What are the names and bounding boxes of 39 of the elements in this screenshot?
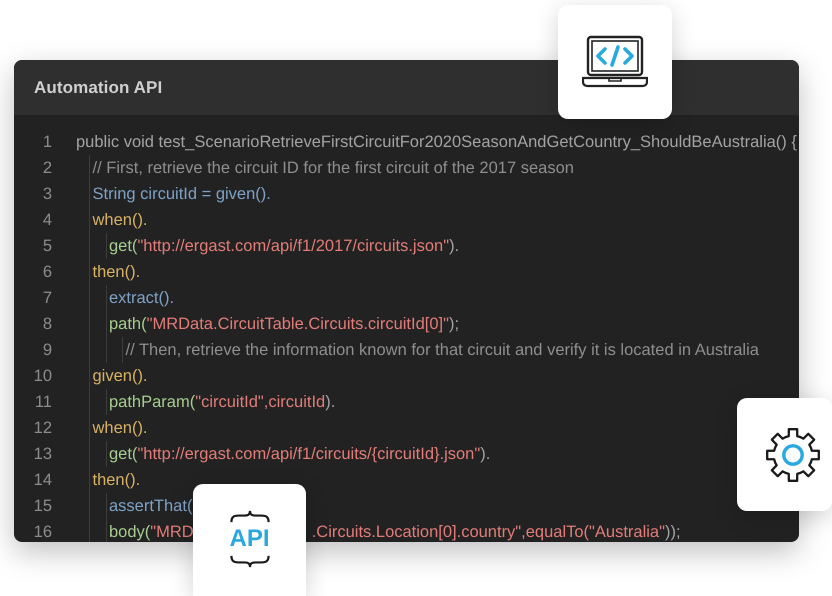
line-number: 5: [42, 236, 52, 256]
line-number: 3: [42, 184, 52, 204]
code-text: pathParam("circuitId",circuitId).: [109, 392, 336, 412]
line-number: 6: [42, 262, 52, 282]
code-text: // Then, retrieve the information known for that circuit and verify it is located in Australia: [126, 340, 759, 360]
code-text: // First, retrieve the circuit ID for the first circuit of the 2017 season: [92, 158, 574, 178]
line-number: 8: [42, 314, 52, 334]
line-number: 14: [32, 470, 52, 490]
code-text: extract().: [109, 288, 174, 308]
code-text: public void test_ScenarioRetrieveFirstCircuitFor2020SeasonAndGetCountry_ShouldBeAustralia() {: [76, 132, 797, 152]
line-number: 12: [32, 418, 52, 438]
code-text: body("MRD: [109, 522, 194, 542]
line-number: 4: [42, 210, 52, 230]
api-label: API: [229, 527, 270, 551]
line-number: 1: [42, 132, 52, 152]
code-text: given().: [92, 366, 148, 386]
code-text: String circuitId = given().: [92, 184, 271, 204]
code-text: get("http://ergast.com/api/f1/circuits/{circuitId}.json").: [109, 444, 490, 464]
code-text: when().: [92, 210, 148, 230]
code-text: get("http://ergast.com/api/f1/2017/circuits.json").: [109, 236, 460, 256]
line-number: 7: [42, 288, 52, 308]
code-text: assertThat(: [109, 496, 192, 516]
brace-icon: [228, 510, 270, 523]
line-number: 10: [32, 366, 52, 386]
brace-icon: [228, 555, 270, 568]
code-text: .Circuits.Location[0].country",equalTo("Australia"));: [312, 522, 681, 542]
line-number: 11: [34, 392, 52, 412]
line-number: 13: [32, 444, 52, 464]
code-text: then().: [92, 262, 140, 282]
line-number: 16: [32, 522, 52, 542]
code-text: then().: [92, 470, 140, 490]
line-number: 15: [32, 496, 52, 516]
code-text: when().: [92, 418, 148, 438]
code-text: path("MRData.CircuitTable.Circuits.circuitId[0]");: [109, 314, 460, 334]
line-number: 9: [42, 340, 52, 360]
line-number: 2: [42, 158, 52, 178]
window-title: Automation API: [34, 78, 162, 98]
gear-icon: [764, 426, 822, 484]
laptop-code-icon: [582, 35, 648, 89]
